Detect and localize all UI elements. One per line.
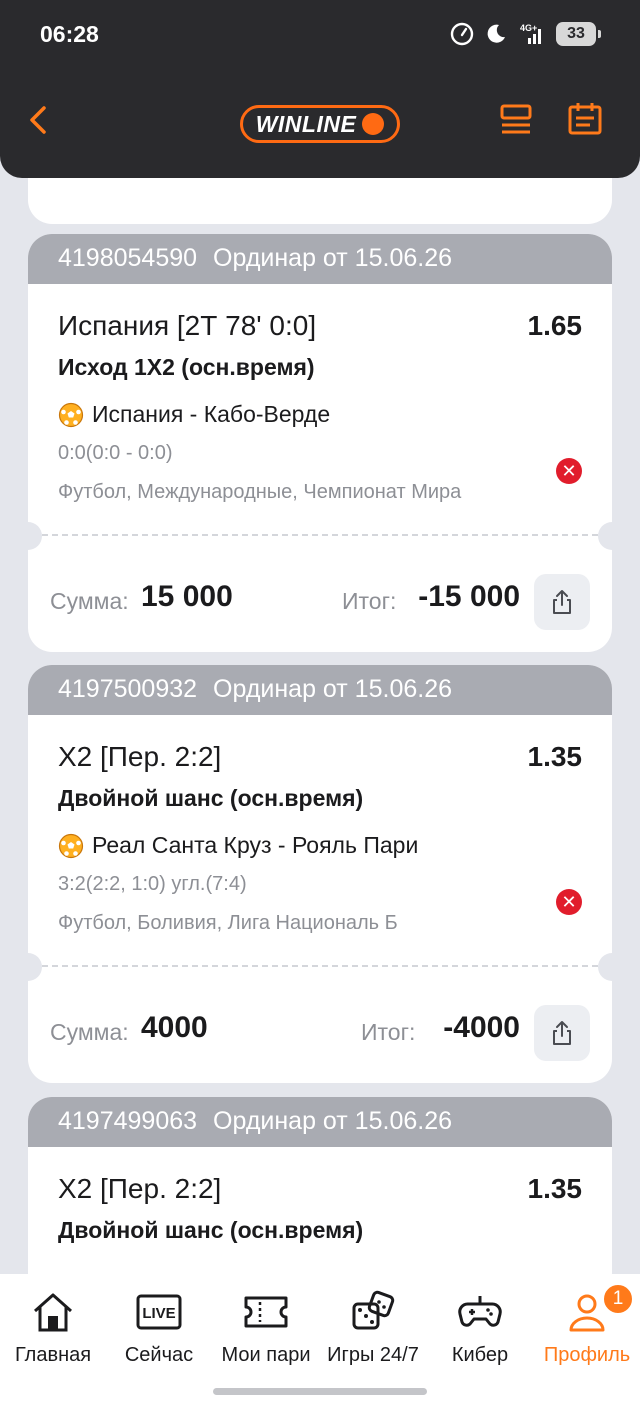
event-league: Футбол, Международные, Чемпионат Мира — [58, 481, 462, 503]
event-score: 0:0(0:0 - 0:0) — [58, 442, 173, 464]
nav-label-home: Главная — [14, 1344, 92, 1366]
bet-id: 4198054590 — [58, 244, 198, 272]
bet-selection: Испания [2Т 78' 0:0] — [58, 310, 317, 341]
event-score: 3:2(2:2, 1:0) угл.(7:4) — [58, 873, 247, 895]
logo-text: WINLINE — [255, 110, 357, 137]
winline-logo: WINLINE — [240, 105, 400, 143]
nav-item-games[interactable]: Игры 24/7 — [318, 1290, 428, 1367]
soccer-ball-icon — [58, 833, 84, 858]
speedometer-icon — [450, 22, 474, 46]
event-name: Испания - Кабо-Верде — [92, 401, 331, 427]
total-value: -15 000 — [418, 580, 520, 613]
coupon-list-icon[interactable] — [498, 100, 536, 140]
nav-item-my-bets[interactable]: Мои пари — [211, 1290, 321, 1367]
sum-value: 4000 — [141, 1011, 208, 1044]
nav-item-cyber[interactable]: Кибер — [425, 1290, 535, 1367]
back-arrow-icon[interactable] — [22, 100, 56, 140]
bet-card-header: 4198054590 Ординар от 15.06.26 — [28, 234, 612, 284]
bet-selection: Х2 [Пер. 2:2] — [58, 741, 222, 772]
signal-icon: 4G+ — [520, 23, 541, 44]
bet-market: Двойной шанс (осн.время) — [58, 1217, 364, 1243]
event-league: Футбол, Боливия, Лига Националь Б — [58, 912, 398, 934]
bet-market: Двойной шанс (осн.время) — [58, 785, 364, 811]
home-icon — [34, 1293, 72, 1332]
dice-icon — [352, 1290, 395, 1330]
nav-label-profile: Профиль — [543, 1344, 631, 1366]
lost-status-icon: ✕ — [556, 458, 582, 484]
lost-status-icon: ✕ — [556, 889, 582, 915]
sum-value: 15 000 — [141, 580, 233, 613]
card-divider — [28, 514, 612, 554]
bet-odds: 1.35 — [527, 741, 583, 772]
svg-text:4G+: 4G+ — [520, 23, 537, 33]
live-icon: LIVE — [136, 1294, 182, 1330]
nav-item-live[interactable]: LIVE Сейчас — [104, 1290, 214, 1367]
card-divider — [28, 945, 612, 985]
sum-label: Сумма: — [50, 1019, 129, 1045]
event-name: Реал Санта Круз - Рояль Пари — [92, 832, 419, 858]
app-header: 06:28 4G+ 33 WINLINE — [0, 0, 640, 178]
bet-card[interactable]: 4197500932 Ординар от 15.06.26 Х2 [Пер. … — [28, 665, 612, 1083]
nav-item-home[interactable]: Главная — [0, 1290, 108, 1367]
share-button[interactable] — [534, 574, 590, 630]
soccer-ball-icon — [58, 402, 84, 427]
bet-event: Реал Санта Круз - Рояль Пари — [58, 832, 582, 859]
live-icon-text: LIVE — [142, 1305, 175, 1322]
bet-card[interactable]: 4198054590 Ординар от 15.06.26 Испания [… — [28, 234, 612, 652]
bet-type-date: Ординар от 15.06.26 — [213, 675, 452, 703]
nav-label-games: Игры 24/7 — [327, 1344, 419, 1366]
moon-icon — [487, 24, 505, 43]
total-label: Итог: — [342, 588, 397, 614]
share-button[interactable] — [534, 1005, 590, 1061]
home-indicator[interactable] — [213, 1388, 427, 1395]
bet-market: Исход 1Х2 (осн.время) — [58, 354, 315, 380]
status-icons: 4G+ 33 — [450, 22, 601, 46]
bet-id: 4197500932 — [58, 675, 198, 703]
battery-indicator: 33 — [556, 22, 601, 46]
bet-odds: 1.65 — [527, 310, 583, 341]
bet-type-date: Ординар от 15.06.26 — [213, 244, 452, 272]
bet-card-header: 4197499063 Ординар от 15.06.26 — [28, 1097, 612, 1147]
nav-label-my-bets: Мои пари — [221, 1344, 311, 1366]
ticket-icon — [244, 1296, 288, 1328]
bet-selection: Х2 [Пер. 2:2] — [58, 1173, 222, 1204]
total-label: Итог: — [361, 1019, 416, 1045]
bet-event: Испания - Кабо-Верде — [58, 401, 582, 428]
status-time: 06:28 — [40, 21, 99, 47]
gamepad-icon — [458, 1296, 502, 1327]
notification-badge: 1 — [602, 1283, 634, 1315]
bet-odds: 1.35 — [527, 1173, 583, 1204]
bet-card-header: 4197500932 Ординар от 15.06.26 — [28, 665, 612, 715]
total-value: -4000 — [443, 1011, 520, 1044]
share-icon — [553, 1021, 571, 1045]
previous-bet-card-partial — [28, 178, 612, 224]
share-icon — [553, 590, 571, 614]
nav-label-cyber: Кибер — [451, 1344, 509, 1366]
bet-card[interactable]: 4197499063 Ординар от 15.06.26 Х2 [Пер. … — [28, 1097, 612, 1297]
sum-label: Сумма: — [50, 588, 129, 614]
nav-label-live: Сейчас — [124, 1344, 194, 1366]
calendar-icon[interactable] — [566, 100, 604, 140]
bet-type-date: Ординар от 15.06.26 — [213, 1107, 452, 1135]
logo-dot — [362, 113, 385, 135]
bet-id: 4197499063 — [58, 1107, 198, 1135]
